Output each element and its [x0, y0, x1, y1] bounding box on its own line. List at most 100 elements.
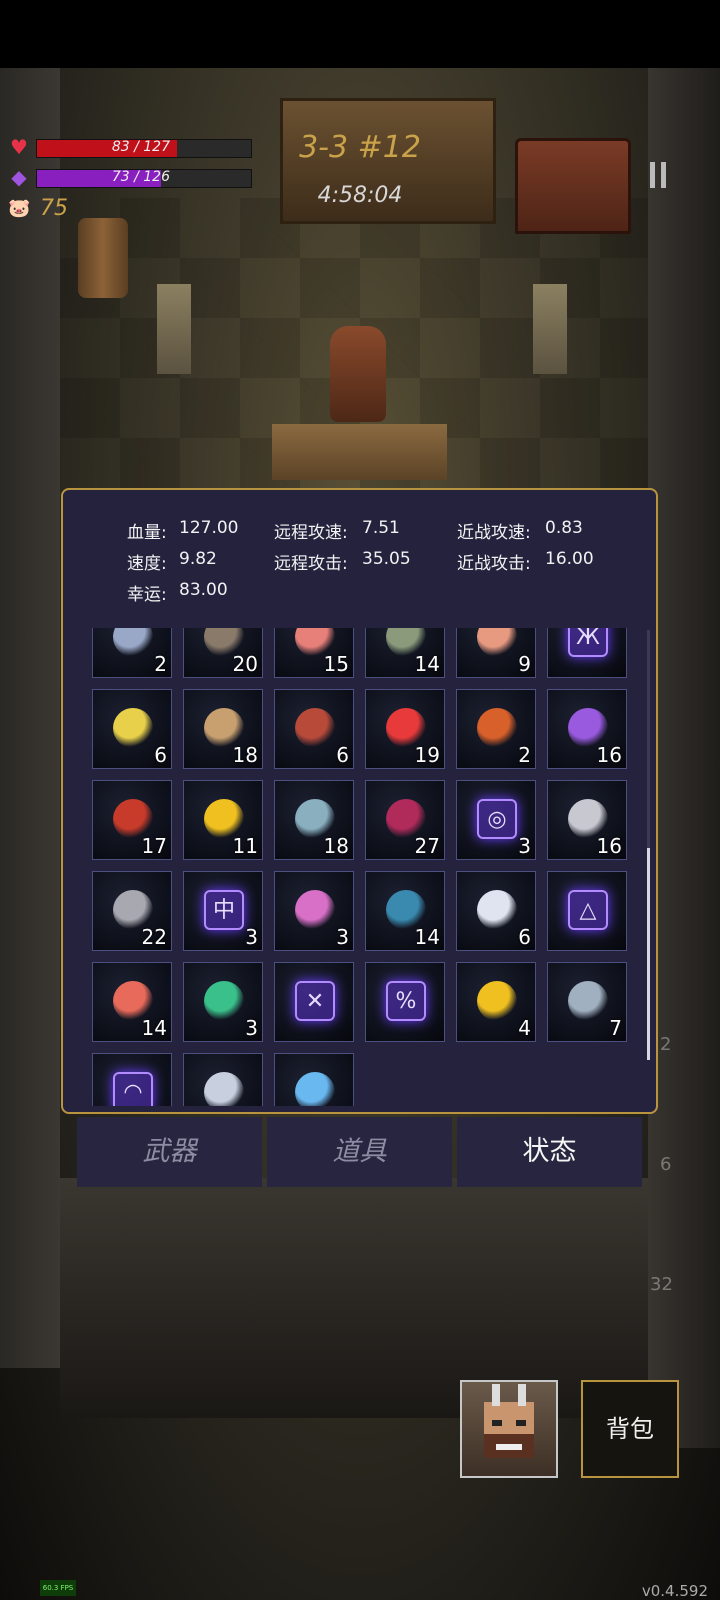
star-cluster-icon — [113, 708, 153, 748]
item-slot[interactable]: 4 — [456, 962, 536, 1042]
item-count: 4 — [518, 1016, 531, 1040]
timer: 4:58:04 — [317, 183, 403, 208]
red-book-icon — [386, 799, 426, 839]
item-slot[interactable]: 22 — [92, 871, 172, 951]
item-count: 15 — [323, 652, 349, 676]
item-count: 22 — [141, 925, 167, 949]
item-slot[interactable]: Ж — [547, 628, 627, 678]
character-portrait[interactable] — [460, 1380, 558, 1478]
item-slot[interactable]: 2 — [92, 628, 172, 678]
table — [272, 424, 447, 480]
item-count: 17 — [141, 834, 167, 858]
pause-button[interactable] — [648, 162, 670, 192]
tab-status[interactable]: 状态 — [457, 1117, 642, 1187]
item-slot[interactable]: 17 — [92, 780, 172, 860]
item-slot[interactable]: 3 — [274, 871, 354, 951]
item-slot[interactable]: % — [365, 962, 445, 1042]
item-count: 19 — [414, 743, 440, 767]
candle-pillar-right — [533, 284, 567, 374]
lower-floor — [60, 1178, 648, 1418]
blue-book-icon — [386, 890, 426, 930]
item-count: 14 — [414, 652, 440, 676]
cloak-icon — [113, 890, 153, 930]
item-count: 6 — [336, 743, 349, 767]
candle-pillar-left — [157, 284, 191, 374]
item-slot[interactable]: 3 — [183, 962, 263, 1042]
side-number: 32 — [650, 1274, 673, 1295]
item-slot[interactable] — [183, 1053, 263, 1106]
item-slot[interactable]: 14 — [365, 871, 445, 951]
item-count: 3 — [518, 834, 531, 858]
item-count: 3 — [245, 925, 258, 949]
percent-rune-icon: % — [386, 981, 426, 1021]
pink-slime-icon — [295, 890, 335, 930]
item-count: 6 — [518, 925, 531, 949]
item-slot[interactable]: △ — [547, 871, 627, 951]
item-count: 16 — [596, 743, 622, 767]
item-count: 14 — [414, 925, 440, 949]
item-count: 18 — [323, 834, 349, 858]
shield-cross-icon — [113, 628, 153, 657]
item-slot[interactable]: ◠ — [92, 1053, 172, 1106]
fps-counter: 60.3 FPS — [40, 1580, 76, 1596]
gloves-icon — [295, 708, 335, 748]
item-grid[interactable]: 2 20 15 14 9 Ж 6 18 6 19 2 16 17 11 18 27 ◎ 3 16 22 中 3 3 14 6 △ 1… — [92, 628, 632, 1106]
item-count: 20 — [232, 652, 258, 676]
item-slot[interactable]: 14 — [365, 628, 445, 678]
item-count: 3 — [245, 1016, 258, 1040]
barrel — [78, 218, 128, 298]
item-slot[interactable]: ✕ — [274, 962, 354, 1042]
item-slot[interactable]: 11 — [183, 780, 263, 860]
purple-rune-icon: Ж — [568, 628, 608, 657]
item-slot[interactable]: 18 — [183, 689, 263, 769]
version-label: v0.4.592 — [641, 1582, 708, 1600]
triangle-rune-icon: △ — [568, 890, 608, 930]
item-count: 2 — [518, 743, 531, 767]
item-slot[interactable]: 6 — [456, 871, 536, 951]
star-trophy-icon — [477, 981, 517, 1021]
stat-speed: 速度: 9.82 — [127, 549, 217, 574]
item-slot[interactable]: ◎ 3 — [456, 780, 536, 860]
item-slot[interactable]: 16 — [547, 689, 627, 769]
item-slot[interactable]: 15 — [274, 628, 354, 678]
item-slot[interactable]: 19 — [365, 689, 445, 769]
item-slot[interactable]: 7 — [547, 962, 627, 1042]
hero-face-icon — [484, 1384, 534, 1458]
item-count: 9 — [518, 652, 531, 676]
item-count: 2 — [154, 652, 167, 676]
right-wall — [648, 68, 720, 1448]
item-scroll-thumb[interactable] — [647, 848, 650, 1060]
item-count: 3 — [336, 925, 349, 949]
item-count: 7 — [609, 1016, 622, 1040]
hammer-icon — [568, 981, 608, 1021]
stat-ranged-attack-speed: 远程攻速: 7.51 — [274, 518, 400, 543]
wand-icon — [568, 708, 608, 748]
item-slot[interactable]: 20 — [183, 628, 263, 678]
item-slot[interactable]: 6 — [274, 689, 354, 769]
stat-ranged-attack: 远程攻击: 35.05 — [274, 549, 411, 574]
item-count: 16 — [596, 834, 622, 858]
item-slot[interactable]: 2 — [456, 689, 536, 769]
cross-rune-icon: ✕ — [295, 981, 335, 1021]
item-slot[interactable]: 9 — [456, 628, 536, 678]
gauge-rune-icon: ◠ — [113, 1072, 153, 1106]
blue-stone-icon — [295, 799, 335, 839]
stat-luck: 幸运: 83.00 — [127, 580, 228, 605]
bag-button[interactable]: 背包 — [581, 1380, 679, 1478]
tab-props[interactable]: 道具 — [267, 1117, 452, 1187]
silver-ore-icon — [568, 799, 608, 839]
gold-coin-icon — [204, 799, 244, 839]
side-number: 2 — [660, 1034, 672, 1055]
fire-potion-icon — [113, 799, 153, 839]
item-slot[interactable]: 27 — [365, 780, 445, 860]
item-slot[interactable]: 中3 — [183, 871, 263, 951]
blue-orb-icon — [295, 1072, 335, 1106]
item-slot[interactable]: 18 — [274, 780, 354, 860]
item-slot[interactable]: 6 — [92, 689, 172, 769]
item-slot[interactable] — [274, 1053, 354, 1106]
item-slot[interactable]: 16 — [547, 780, 627, 860]
item-slot[interactable]: 14 — [92, 962, 172, 1042]
red-crystal-icon — [386, 708, 426, 748]
tab-weapons[interactable]: 武器 — [77, 1117, 262, 1187]
item-count: 18 — [232, 743, 258, 767]
